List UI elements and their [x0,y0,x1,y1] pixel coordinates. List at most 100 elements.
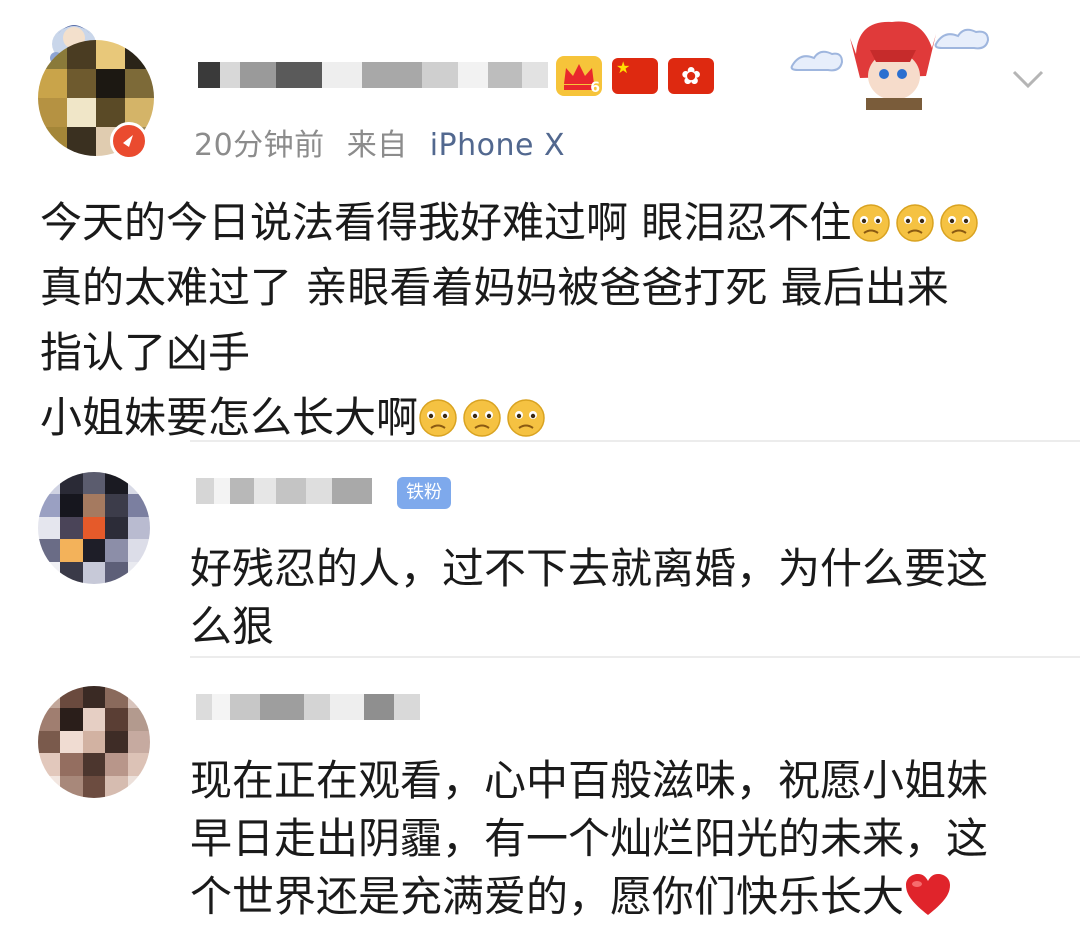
comment-line: 么狠 [190,602,275,651]
post-meta: 20分钟前 来自 iPhone X [194,120,565,164]
avatar-mosaic-cell [127,753,150,776]
avatar-mosaic-cell [38,494,61,517]
avatar-mosaic-cell [96,40,125,69]
avatar-mosaic-cell [60,753,83,776]
avatar-mosaic-cell [82,494,106,517]
china-flag-icon: ★ [612,58,658,94]
vip-crown-icon: 6 [556,56,602,96]
avatar-mosaic-cell [38,753,61,776]
chevron-down-icon[interactable] [1008,58,1048,98]
avatar-mosaic-cell [96,69,125,98]
avatar-mosaic-cell [105,472,128,495]
avatar-mosaic-cell [105,708,128,731]
avatar-mosaic-cell [105,494,128,517]
avatar-mosaic-cell [105,753,128,776]
avatar-mosaic-cell [127,539,150,562]
avatar-mosaic-cell [127,516,150,540]
avatar-mosaic-cell [82,730,106,754]
avatar-mosaic-cell [125,69,154,98]
avatar-mosaic-cell [38,472,61,495]
comment-line: 早日走出阴霾，有一个灿烂阳光的未来，这 [190,814,989,863]
avatar-mosaic-cell [105,775,128,798]
avatar-mosaic-cell [38,98,67,127]
avatar-mosaic-cell [60,472,83,495]
avatar-mosaic-cell [127,775,150,798]
avatar-mosaic-cell [38,561,61,584]
avatar-mosaic-cell [125,40,154,69]
avatar-mosaic-cell [38,708,61,731]
avatar-mosaic-cell [105,539,128,562]
hongkong-flag-icon: ✿ [668,58,714,94]
post-line: 真的太难过了 亲眼看着妈妈被爸爸打死 最后出来 [40,263,949,312]
avatar-mosaic-cell [38,127,67,156]
avatar-mosaic-cell [38,686,61,709]
user-badges: 6 ★ ✿ [556,56,714,96]
post-device-link[interactable]: iPhone X [430,128,565,163]
avatar-mosaic-cell [60,708,83,731]
avatar-mosaic-cell [82,561,106,584]
comment-text: 现在正在观看，心中百般滋味，祝愿小姐妹 早日走出阴霾，有一个灿烂阳光的未来，这 … [190,752,988,926]
avatar-mosaic-cell [127,730,150,754]
avatar-mosaic-cell [105,561,128,584]
sad-emoji-group [418,393,550,442]
avatar-mosaic-cell [82,708,106,731]
avatar-mosaic-cell [82,775,106,798]
avatar-mosaic-cell [127,686,150,709]
avatar-mosaic-cell [82,686,106,709]
post-divider [190,440,1080,442]
comment-divider [190,656,1080,658]
avatar-mosaic-cell [67,98,96,127]
sad-emoji-icon [507,399,545,437]
avatar-mosaic-cell [60,730,83,754]
avatar-mosaic-cell [38,775,61,798]
avatar-mosaic-cell [67,127,96,156]
fan-badge: 铁粉 [397,477,451,509]
sad-emoji-group [851,198,983,247]
sad-emoji-icon [419,399,457,437]
profile-card-decoration [786,14,1006,110]
comment-line: 现在正在观看，心中百般滋味，祝愿小姐妹 [190,756,989,805]
avatar-mosaic-cell [127,494,150,517]
comment-avatar[interactable] [38,472,150,584]
red-heart-icon [906,874,951,915]
avatar-mosaic-cell [38,516,61,540]
avatar-mosaic-cell [60,539,83,562]
avatar-mosaic-cell [82,539,106,562]
avatar-mosaic-cell [105,516,128,540]
sad-emoji-icon [852,204,891,242]
comment-author-name-blurred[interactable] [196,478,372,504]
avatar-mosaic-cell [82,472,106,495]
avatar-mosaic-cell [127,561,150,584]
post-time: 20分钟前 [194,128,325,163]
verified-badge-icon [110,122,148,160]
sad-emoji-icon [463,399,501,437]
avatar-mosaic-cell [60,494,83,517]
avatar-mosaic-cell [67,40,96,69]
comment-avatar[interactable] [38,686,150,798]
post-source-label: 来自 [346,128,408,163]
sad-emoji-icon [896,204,935,242]
comment-author-name-blurred[interactable] [196,694,420,720]
avatar-mosaic-cell [82,516,106,540]
post-line: 今天的今日说法看得我好难过啊 眼泪忍不住 [40,190,1060,255]
avatar-mosaic-cell [38,69,67,98]
post-content: 今天的今日说法看得我好难过啊 眼泪忍不住 真的太难过了 亲眼看着妈妈被爸爸打死 … [40,190,1060,450]
avatar-mosaic-cell [105,686,128,709]
avatar-mosaic-cell [127,472,150,495]
comment-line: 个世界还是充满爱的，愿你们快乐长大 [190,868,988,926]
avatar-mosaic-cell [38,730,61,754]
avatar-mosaic-cell [60,561,83,584]
avatar-mosaic-cell [67,69,96,98]
sad-emoji-icon [940,204,979,242]
avatar-mosaic-cell [38,539,61,562]
author-name-blurred[interactable] [198,62,548,88]
vip-level-label: 6 [590,80,600,96]
avatar-mosaic-cell [60,686,83,709]
avatar-mosaic-cell [60,775,83,798]
avatar-mosaic-cell [127,708,150,731]
comment-line: 好残忍的人，过不下去就离婚，为什么要这 [190,544,989,593]
post-line: 指认了凶手 [40,328,251,377]
comment-text: 好残忍的人，过不下去就离婚，为什么要这 么狠 [190,540,988,656]
avatar-mosaic-cell [82,753,106,776]
avatar-mosaic-cell [60,516,83,540]
